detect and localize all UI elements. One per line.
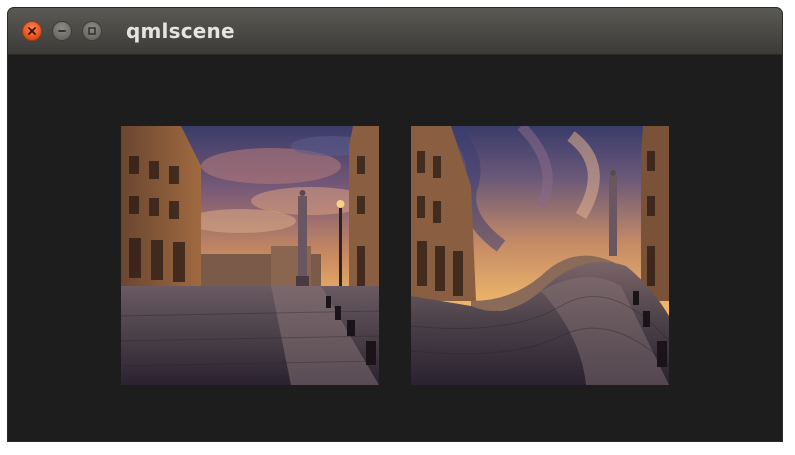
original-photo bbox=[121, 126, 379, 385]
wave-distorted-photo bbox=[411, 126, 669, 385]
city-square-photo bbox=[121, 126, 379, 385]
city-square-photo-wave-effect bbox=[411, 126, 669, 385]
window-title: qmlscene bbox=[126, 19, 235, 43]
minimize-button[interactable] bbox=[52, 21, 72, 41]
minimize-icon bbox=[58, 30, 66, 32]
close-button[interactable] bbox=[22, 21, 42, 41]
scene-area bbox=[8, 55, 782, 441]
maximize-icon bbox=[88, 27, 96, 35]
qmlscene-window: qmlscene bbox=[8, 8, 782, 441]
maximize-button[interactable] bbox=[82, 21, 102, 41]
title-bar[interactable]: qmlscene bbox=[8, 8, 782, 55]
close-icon bbox=[28, 27, 36, 35]
